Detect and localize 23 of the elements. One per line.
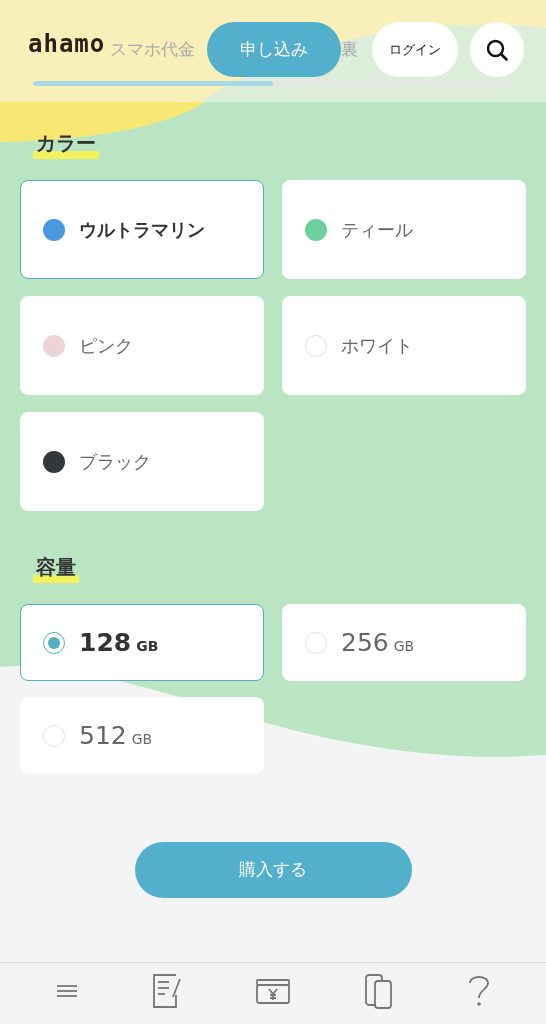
capacity-option[interactable]: 128 GB [20, 604, 264, 681]
wallet-icon[interactable] [254, 977, 291, 1005]
color-option[interactable]: ブラック [20, 412, 264, 511]
option-label: ホワイト [341, 334, 413, 358]
help-icon[interactable] [467, 973, 492, 1009]
section-heading: 容量 [33, 554, 79, 583]
phones-icon[interactable] [364, 973, 395, 1009]
capacity-option[interactable]: 512 GB [20, 697, 264, 774]
option-label: 256 GB [341, 626, 415, 659]
color-option[interactable]: ホワイト [282, 296, 526, 395]
color-option[interactable]: ウルトラマリン [20, 180, 264, 279]
option-label: ウルトラマリン [79, 218, 205, 242]
option-label: ピンク [79, 334, 133, 358]
option-label: 512 GB [79, 719, 153, 752]
option-label: 128 GB [79, 626, 159, 659]
color-option[interactable]: ピンク [20, 296, 264, 395]
logo[interactable]: ahamo [28, 32, 110, 56]
search-icon[interactable] [486, 38, 509, 61]
option-label: ティール [341, 218, 413, 242]
capacity-option[interactable]: 256 GB [282, 604, 526, 681]
document-icon[interactable] [151, 973, 182, 1009]
option-label: ブラック [79, 450, 151, 474]
color-option[interactable]: ティール [282, 180, 526, 279]
